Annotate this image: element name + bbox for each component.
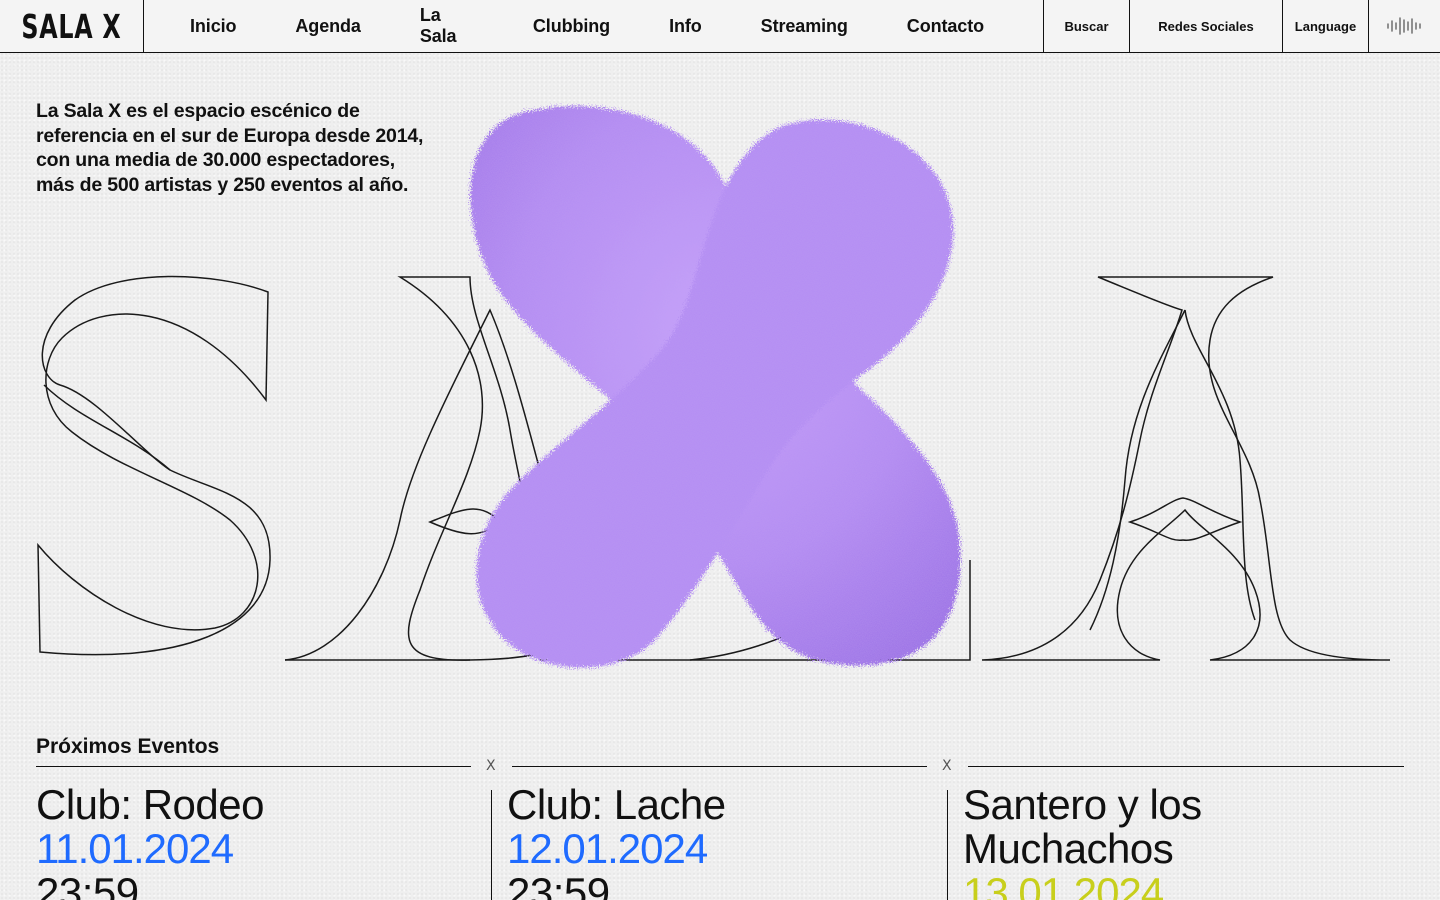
event-date: 13.01.2024	[963, 869, 1164, 900]
events-divider	[968, 766, 1404, 767]
nav-item-info[interactable]: Info	[669, 16, 702, 37]
events-divider	[36, 766, 471, 767]
events-section-title: Próximos Eventos	[36, 735, 220, 758]
nav-item-inicio[interactable]: Inicio	[190, 16, 237, 37]
nav-item-clubbing[interactable]: Clubbing	[533, 16, 610, 37]
intro-text: La Sala X es el espacio escénico de refe…	[36, 100, 424, 196]
separator-x: X	[486, 758, 496, 774]
nav-item-la-sala[interactable]: La Sala	[420, 5, 474, 47]
audio-toggle-button[interactable]	[1368, 0, 1440, 52]
nav-item-streaming[interactable]: Streaming	[761, 16, 848, 37]
event-time: 23:59	[36, 869, 139, 900]
event-card[interactable]: Club: Lache 12.01.2024 23:59	[507, 783, 937, 900]
nav-item-agenda[interactable]: Agenda	[295, 16, 361, 37]
event-name[interactable]: Club: Rodeo	[36, 783, 476, 827]
outline-letter-s	[37, 275, 271, 656]
audio-waveform-icon	[1386, 17, 1421, 35]
logo-text: SALA X	[21, 6, 122, 46]
nav-item-contacto[interactable]: Contacto	[907, 16, 984, 37]
event-date: 12.01.2024	[507, 825, 708, 872]
event-card[interactable]: Santero y los Muchachos 13.01.2024	[963, 783, 1403, 900]
site-logo[interactable]: SALA X	[0, 0, 144, 52]
event-name[interactable]: Club: Lache	[507, 783, 937, 827]
site-header: SALA X Inicio Agenda La Sala Clubbing In…	[0, 0, 1440, 53]
event-column-divider	[491, 790, 492, 900]
utility-nav: Buscar Redes Sociales Language	[1043, 0, 1440, 52]
events-divider	[512, 766, 927, 767]
separator-x: X	[942, 758, 952, 774]
event-name[interactable]: Santero y los Muchachos	[963, 783, 1403, 871]
search-button[interactable]: Buscar	[1043, 0, 1129, 52]
social-button[interactable]: Redes Sociales	[1129, 0, 1282, 52]
fluffy-x-graphic	[470, 106, 961, 668]
outline-letter-a2	[981, 276, 1391, 661]
event-column-divider	[947, 790, 948, 900]
event-date: 11.01.2024	[36, 825, 234, 872]
language-button[interactable]: Language	[1282, 0, 1368, 52]
main-nav: Inicio Agenda La Sala Clubbing Info Stre…	[144, 0, 1043, 52]
event-card[interactable]: Club: Rodeo 11.01.2024 23:59	[36, 783, 476, 900]
event-time: 23:59	[507, 869, 610, 900]
